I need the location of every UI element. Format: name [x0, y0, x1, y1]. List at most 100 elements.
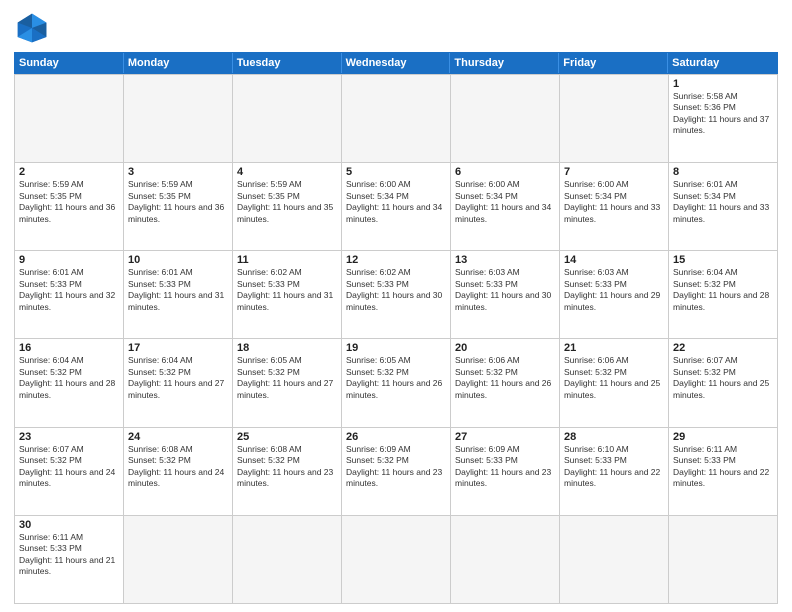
day-number: 3: [128, 166, 228, 178]
day-info: Sunrise: 6:01 AMSunset: 5:33 PMDaylight:…: [19, 267, 119, 313]
weekday-header-saturday: Saturday: [668, 53, 777, 73]
day-cell-8: 8Sunrise: 6:01 AMSunset: 5:34 PMDaylight…: [669, 162, 778, 250]
day-cell-empty-36: [124, 515, 233, 603]
day-cell-15: 15Sunrise: 6:04 AMSunset: 5:32 PMDayligh…: [669, 250, 778, 338]
calendar-header: SundayMondayTuesdayWednesdayThursdayFrid…: [14, 52, 778, 74]
day-number: 29: [673, 431, 773, 443]
day-cell-12: 12Sunrise: 6:02 AMSunset: 5:33 PMDayligh…: [342, 250, 451, 338]
day-info: Sunrise: 5:59 AMSunset: 5:35 PMDaylight:…: [128, 179, 228, 225]
day-info: Sunrise: 6:04 AMSunset: 5:32 PMDaylight:…: [673, 267, 773, 313]
day-info: Sunrise: 6:00 AMSunset: 5:34 PMDaylight:…: [346, 179, 446, 225]
day-number: 9: [19, 254, 119, 266]
day-cell-empty-4: [451, 74, 560, 162]
day-cell-17: 17Sunrise: 6:04 AMSunset: 5:32 PMDayligh…: [124, 338, 233, 426]
day-number: 8: [673, 166, 773, 178]
weekday-header-friday: Friday: [559, 53, 668, 73]
day-cell-empty-38: [342, 515, 451, 603]
weekday-header-tuesday: Tuesday: [233, 53, 342, 73]
day-number: 6: [455, 166, 555, 178]
day-cell-empty-3: [342, 74, 451, 162]
day-cell-11: 11Sunrise: 6:02 AMSunset: 5:33 PMDayligh…: [233, 250, 342, 338]
day-number: 30: [19, 519, 119, 531]
day-number: 15: [673, 254, 773, 266]
day-number: 12: [346, 254, 446, 266]
day-number: 21: [564, 342, 664, 354]
day-info: Sunrise: 6:02 AMSunset: 5:33 PMDaylight:…: [237, 267, 337, 313]
day-cell-empty-1: [124, 74, 233, 162]
day-info: Sunrise: 6:08 AMSunset: 5:32 PMDaylight:…: [128, 444, 228, 490]
day-number: 19: [346, 342, 446, 354]
day-info: Sunrise: 6:03 AMSunset: 5:33 PMDaylight:…: [564, 267, 664, 313]
day-info: Sunrise: 6:03 AMSunset: 5:33 PMDaylight:…: [455, 267, 555, 313]
day-cell-28: 28Sunrise: 6:10 AMSunset: 5:33 PMDayligh…: [560, 427, 669, 515]
day-info: Sunrise: 6:01 AMSunset: 5:34 PMDaylight:…: [673, 179, 773, 225]
day-info: Sunrise: 6:04 AMSunset: 5:32 PMDaylight:…: [19, 355, 119, 401]
weekday-header-monday: Monday: [124, 53, 233, 73]
day-cell-6: 6Sunrise: 6:00 AMSunset: 5:34 PMDaylight…: [451, 162, 560, 250]
logo-icon: [14, 10, 50, 46]
day-cell-3: 3Sunrise: 5:59 AMSunset: 5:35 PMDaylight…: [124, 162, 233, 250]
day-number: 18: [237, 342, 337, 354]
day-info: Sunrise: 6:00 AMSunset: 5:34 PMDaylight:…: [455, 179, 555, 225]
day-number: 13: [455, 254, 555, 266]
day-cell-empty-39: [451, 515, 560, 603]
day-number: 17: [128, 342, 228, 354]
day-number: 26: [346, 431, 446, 443]
day-number: 14: [564, 254, 664, 266]
day-info: Sunrise: 6:05 AMSunset: 5:32 PMDaylight:…: [346, 355, 446, 401]
day-cell-25: 25Sunrise: 6:08 AMSunset: 5:32 PMDayligh…: [233, 427, 342, 515]
weekday-header-thursday: Thursday: [450, 53, 559, 73]
day-number: 22: [673, 342, 773, 354]
day-cell-5: 5Sunrise: 6:00 AMSunset: 5:34 PMDaylight…: [342, 162, 451, 250]
day-cell-18: 18Sunrise: 6:05 AMSunset: 5:32 PMDayligh…: [233, 338, 342, 426]
day-cell-19: 19Sunrise: 6:05 AMSunset: 5:32 PMDayligh…: [342, 338, 451, 426]
day-cell-26: 26Sunrise: 6:09 AMSunset: 5:32 PMDayligh…: [342, 427, 451, 515]
day-info: Sunrise: 6:07 AMSunset: 5:32 PMDaylight:…: [19, 444, 119, 490]
day-cell-30: 30Sunrise: 6:11 AMSunset: 5:33 PMDayligh…: [15, 515, 124, 603]
day-cell-21: 21Sunrise: 6:06 AMSunset: 5:32 PMDayligh…: [560, 338, 669, 426]
day-info: Sunrise: 6:11 AMSunset: 5:33 PMDaylight:…: [673, 444, 773, 490]
day-number: 24: [128, 431, 228, 443]
day-cell-29: 29Sunrise: 6:11 AMSunset: 5:33 PMDayligh…: [669, 427, 778, 515]
day-number: 16: [19, 342, 119, 354]
logo: [14, 10, 54, 46]
day-cell-16: 16Sunrise: 6:04 AMSunset: 5:32 PMDayligh…: [15, 338, 124, 426]
day-cell-7: 7Sunrise: 6:00 AMSunset: 5:34 PMDaylight…: [560, 162, 669, 250]
day-cell-27: 27Sunrise: 6:09 AMSunset: 5:33 PMDayligh…: [451, 427, 560, 515]
day-info: Sunrise: 5:59 AMSunset: 5:35 PMDaylight:…: [237, 179, 337, 225]
day-cell-20: 20Sunrise: 6:06 AMSunset: 5:32 PMDayligh…: [451, 338, 560, 426]
day-number: 4: [237, 166, 337, 178]
day-info: Sunrise: 6:04 AMSunset: 5:32 PMDaylight:…: [128, 355, 228, 401]
day-cell-empty-41: [669, 515, 778, 603]
day-info: Sunrise: 6:09 AMSunset: 5:32 PMDaylight:…: [346, 444, 446, 490]
calendar: SundayMondayTuesdayWednesdayThursdayFrid…: [14, 52, 778, 604]
day-info: Sunrise: 5:58 AMSunset: 5:36 PMDaylight:…: [673, 91, 773, 137]
day-info: Sunrise: 6:06 AMSunset: 5:32 PMDaylight:…: [455, 355, 555, 401]
day-number: 10: [128, 254, 228, 266]
day-number: 7: [564, 166, 664, 178]
day-cell-1: 1Sunrise: 5:58 AMSunset: 5:36 PMDaylight…: [669, 74, 778, 162]
day-number: 2: [19, 166, 119, 178]
day-cell-14: 14Sunrise: 6:03 AMSunset: 5:33 PMDayligh…: [560, 250, 669, 338]
day-number: 25: [237, 431, 337, 443]
day-number: 28: [564, 431, 664, 443]
day-info: Sunrise: 6:06 AMSunset: 5:32 PMDaylight:…: [564, 355, 664, 401]
day-cell-empty-2: [233, 74, 342, 162]
page: SundayMondayTuesdayWednesdayThursdayFrid…: [0, 0, 792, 612]
day-cell-2: 2Sunrise: 5:59 AMSunset: 5:35 PMDaylight…: [15, 162, 124, 250]
day-number: 27: [455, 431, 555, 443]
day-info: Sunrise: 6:02 AMSunset: 5:33 PMDaylight:…: [346, 267, 446, 313]
day-info: Sunrise: 5:59 AMSunset: 5:35 PMDaylight:…: [19, 179, 119, 225]
day-cell-empty-37: [233, 515, 342, 603]
day-info: Sunrise: 6:01 AMSunset: 5:33 PMDaylight:…: [128, 267, 228, 313]
day-info: Sunrise: 6:09 AMSunset: 5:33 PMDaylight:…: [455, 444, 555, 490]
weekday-header-wednesday: Wednesday: [342, 53, 451, 73]
day-info: Sunrise: 6:07 AMSunset: 5:32 PMDaylight:…: [673, 355, 773, 401]
calendar-body: 1Sunrise: 5:58 AMSunset: 5:36 PMDaylight…: [14, 74, 778, 604]
day-cell-9: 9Sunrise: 6:01 AMSunset: 5:33 PMDaylight…: [15, 250, 124, 338]
day-cell-empty-0: [15, 74, 124, 162]
day-number: 11: [237, 254, 337, 266]
day-info: Sunrise: 6:00 AMSunset: 5:34 PMDaylight:…: [564, 179, 664, 225]
day-cell-empty-5: [560, 74, 669, 162]
day-number: 1: [673, 78, 773, 90]
